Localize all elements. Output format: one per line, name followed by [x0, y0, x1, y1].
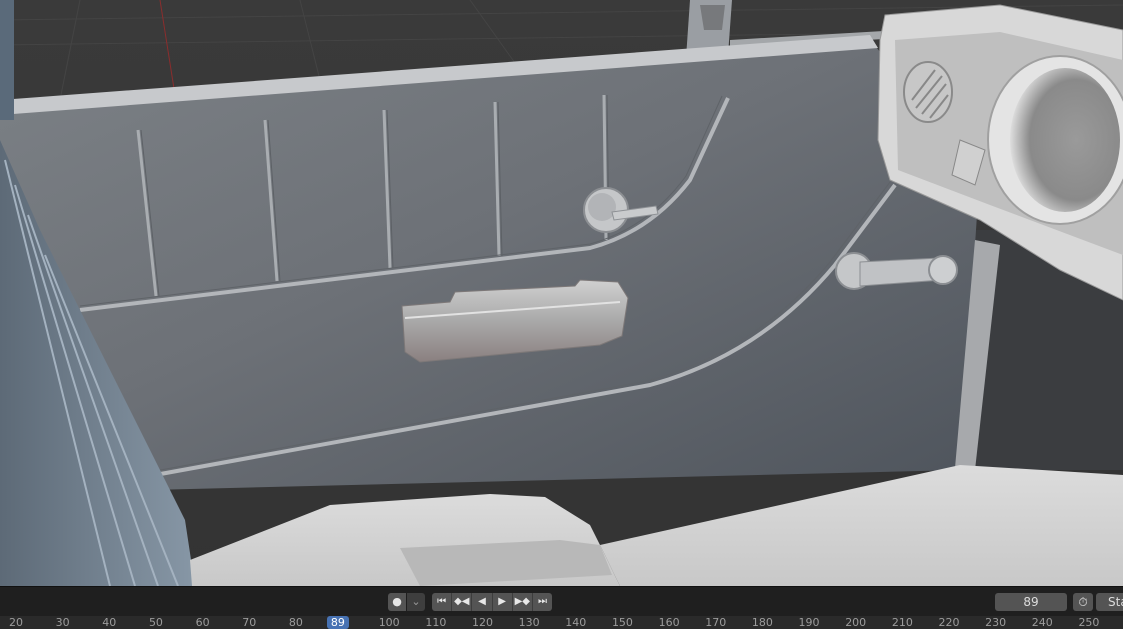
- timeline-tick: 170: [705, 616, 727, 629]
- timeline-tick: 230: [985, 616, 1007, 629]
- jump-to-prev-keyframe-button[interactable]: ◆◀: [452, 593, 473, 611]
- playback-header: ● ⌄ ⏮ ◆◀ ◀ ▶ ▶◆ ⏭ 89 ⏱ Sta: [0, 586, 1123, 617]
- timeline-tick: 30: [55, 616, 70, 629]
- current-frame-field[interactable]: 89: [995, 593, 1067, 611]
- record-dot-icon[interactable]: ●: [388, 593, 406, 611]
- timeline-ruler[interactable]: 20 30 40 50 60 70 80 89 100 110 120 130 140 150 160 170…: [0, 616, 1123, 629]
- stopwatch-icon[interactable]: ⏱: [1073, 593, 1093, 611]
- play-reverse-button[interactable]: ◀: [472, 593, 493, 611]
- timeline-tick: 150: [611, 616, 633, 629]
- play-button[interactable]: ▶: [493, 593, 513, 611]
- timeline-tick: 100: [378, 616, 400, 629]
- timeline-tick: 40: [102, 616, 117, 629]
- current-frame-marker[interactable]: 89: [326, 616, 349, 629]
- jump-to-next-keyframe-button[interactable]: ▶◆: [513, 593, 533, 611]
- timeline-tick: 110: [425, 616, 447, 629]
- timeline-tick: 220: [938, 616, 960, 629]
- timeline-tick: 70: [242, 616, 257, 629]
- 3d-viewport[interactable]: [0, 0, 1123, 586]
- timeline-tick: 240: [1031, 616, 1053, 629]
- timeline-tick: 160: [658, 616, 680, 629]
- chevron-down-icon[interactable]: ⌄: [407, 593, 425, 611]
- timeline-tick: 190: [798, 616, 820, 629]
- timeline-tick: 130: [518, 616, 540, 629]
- timeline-tick: 120: [472, 616, 493, 629]
- timeline-tick: 80: [288, 616, 303, 629]
- timeline-tick: 60: [195, 616, 210, 629]
- jump-to-start-button[interactable]: ⏮: [432, 593, 453, 611]
- timeline-tick: 200: [845, 616, 867, 629]
- jump-to-end-button[interactable]: ⏭: [533, 593, 552, 611]
- timeline-tick: 140: [565, 616, 587, 629]
- timeline-tick: 50: [148, 616, 163, 629]
- timeline-tick: 250: [1078, 616, 1100, 629]
- timeline-tick: 20: [9, 616, 23, 629]
- car-door-render: [0, 0, 1123, 586]
- timeline-tick: 210: [891, 616, 913, 629]
- transport-controls: ⏮ ◆◀ ◀ ▶ ▶◆ ⏭: [432, 593, 552, 611]
- start-frame-field[interactable]: Sta: [1096, 593, 1123, 611]
- timeline-tick: 180: [751, 616, 773, 629]
